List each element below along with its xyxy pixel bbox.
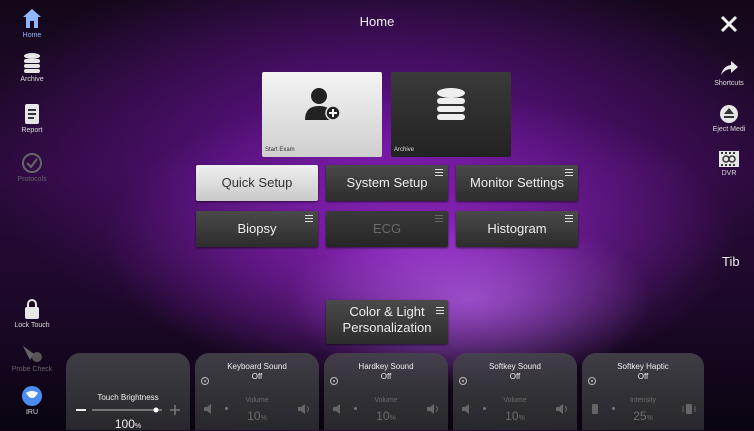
sidebar-item-label: Shortcuts [714,80,744,87]
tile-label: Archive [394,147,415,153]
tib-label: Tib [722,254,740,269]
sidebar-item-probe-check[interactable]: Probe Check [0,342,64,373]
close-icon [720,15,738,33]
system-setup-button[interactable]: System Setup [326,165,448,201]
menu-icon [436,307,444,316]
lock-icon [25,299,39,319]
page-title: Home [359,14,395,29]
sidebar-item-label: Report [21,127,43,134]
toggle-knob-icon[interactable] [330,377,338,385]
button-label: Personalization [342,320,432,335]
histogram-button[interactable]: Histogram [456,211,578,247]
sidebar-item-eject-media[interactable]: Eject Medi [704,104,754,133]
card-title: Touch Brightness [97,393,159,402]
sidebar-item-label: Home [22,32,42,39]
button-label: Color & Light [349,304,425,319]
sidebar-item-lock-touch[interactable]: Lock Touch [0,298,64,329]
button-label: Histogram [487,221,547,236]
card-value: 10% [505,409,525,423]
probe-icon [23,346,42,362]
touch-brightness-control[interactable]: Touch Brightness 100% [66,353,190,431]
card-title: Keyboard Sound Off [227,362,287,381]
dvr-film-icon [719,151,739,167]
sidebar-item-shortcuts[interactable]: Shortcuts [704,58,754,87]
checkmark-icon [22,153,42,173]
biopsy-button[interactable]: Biopsy [196,211,318,247]
sidebar-item-label: Eject Medi [712,126,746,133]
toggle-knob-icon[interactable] [459,377,467,385]
tile-label: Start Exam [265,147,295,153]
monitor-settings-button[interactable]: Monitor Settings [456,165,578,201]
card-title: Softkey Haptic Off [617,362,669,381]
card-value: 10% [376,409,396,423]
sidebar-item-iru[interactable]: IRU [0,385,64,416]
left-sidebar: Home Archive Report Protocols Lock Touch… [0,0,64,430]
archive-tile[interactable]: Archive [391,72,511,157]
iru-icon [22,386,42,406]
sidebar-item-label: Probe Check [11,366,53,373]
shortcut-arrow-icon [721,61,738,75]
button-label: Biopsy [237,221,277,236]
card-value: 100% [66,417,190,431]
menu-icon [435,169,443,178]
keyboard-sound-control[interactable]: Keyboard Sound Off Volume 10% [195,353,319,430]
database-icon [24,53,40,73]
button-label: System Setup [346,175,428,190]
card-title: Softkey Sound Off [488,362,542,381]
add-patient-icon [305,88,341,122]
sidebar-item-dvr[interactable]: DVR [704,150,754,177]
quick-setup-button[interactable]: Quick Setup [196,165,318,201]
menu-icon [305,215,313,224]
ecg-button[interactable]: ECG [326,211,448,247]
menu-icon [565,215,573,224]
sidebar-item-protocols[interactable]: Protocols [0,152,64,183]
database-icon [437,88,465,121]
button-label: ECG [372,221,402,236]
menu-icon [565,169,573,178]
report-icon [25,104,39,124]
right-sidebar: Shortcuts Eject Medi DVR [704,0,754,430]
close-button[interactable] [704,14,754,36]
sidebar-item-label: IRU [25,409,39,416]
card-value: 10% [247,409,267,423]
brightness-slider[interactable] [76,405,180,415]
start-exam-tile[interactable]: Start Exam [262,72,382,157]
button-label: Monitor Settings [470,175,564,190]
menu-icon [435,215,443,224]
sidebar-item-archive[interactable]: Archive [0,52,64,83]
value-unit: % [134,423,142,430]
sidebar-item-label: DVR [721,170,737,177]
softkey-haptic-control[interactable]: Softkey Haptic Off Intensity 25% [582,353,704,430]
sidebar-item-report[interactable]: Report [0,103,64,134]
softkey-sound-control[interactable]: Softkey Sound Off Volume 10% [453,353,577,430]
sidebar-item-label: Archive [20,76,44,83]
sidebar-item-label: Protocols [17,176,47,183]
card-title: Hardkey Sound Off [358,362,414,381]
card-value: 25% [633,409,653,423]
toggle-knob-icon[interactable] [588,377,596,385]
sidebar-item-label: Lock Touch [14,322,50,329]
color-light-personalization-button[interactable]: Color & Light Personalization [326,300,448,344]
eject-icon [720,105,738,123]
toggle-knob-icon[interactable] [201,377,209,385]
hardkey-sound-control[interactable]: Hardkey Sound Off Volume 10% [324,353,448,430]
button-label: Quick Setup [221,175,293,190]
value-number: 100 [114,417,135,431]
